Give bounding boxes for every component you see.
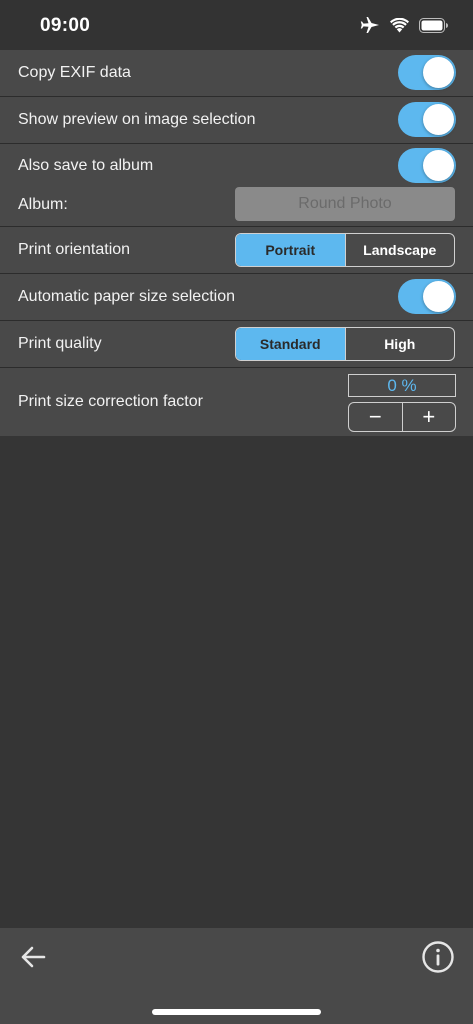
print-orientation-segmented: Portrait Landscape [235,233,455,267]
row-size-correction: Print size correction factor 0 % − + [0,368,473,436]
row-print-orientation: Print orientation Portrait Landscape [0,227,473,274]
segment-landscape[interactable]: Landscape [344,234,455,266]
info-icon[interactable] [421,940,455,974]
increment-button[interactable]: + [401,403,456,431]
status-time: 09:00 [40,15,91,36]
toggle-knob [423,104,454,135]
segment-portrait[interactable]: Portrait [236,234,345,266]
print-orientation-label: Print orientation [18,241,131,258]
show-preview-label: Show preview on image selection [18,111,256,128]
arrow-left-icon[interactable] [18,942,48,972]
decrement-button[interactable]: − [349,403,402,431]
status-bar: 09:00 [0,0,473,50]
row-print-quality: Print quality Standard High [0,321,473,368]
size-correction-stepper: − + [348,402,456,432]
segment-high[interactable]: High [344,328,455,360]
airplane-icon [360,17,379,33]
segment-standard[interactable]: Standard [236,328,345,360]
toggle-knob [423,57,454,88]
row-save-to-album: Also save to album Album: Round Photo [0,144,473,227]
show-preview-toggle[interactable] [398,102,456,137]
auto-paper-toggle[interactable] [398,279,456,314]
settings-list: Copy EXIF data Show preview on image sel… [0,50,473,436]
copy-exif-toggle[interactable] [398,55,456,90]
status-icons [360,16,449,34]
row-show-preview: Show preview on image selection [0,97,473,144]
battery-icon [419,17,448,33]
wifi-icon [390,17,409,32]
size-correction-value: 0 % [348,374,456,397]
toggle-knob [423,150,454,181]
save-to-album-toggle[interactable] [398,148,456,183]
copy-exif-label: Copy EXIF data [18,64,131,81]
home-indicator [152,1009,321,1015]
album-label: Album: [18,196,68,213]
print-quality-label: Print quality [18,335,102,352]
toggle-knob [423,281,454,312]
auto-paper-label: Automatic paper size selection [18,288,235,305]
print-quality-segmented: Standard High [235,327,455,361]
row-copy-exif: Copy EXIF data [0,50,473,97]
row-auto-paper: Automatic paper size selection [0,274,473,321]
size-correction-label: Print size correction factor [18,393,203,410]
save-to-album-label: Also save to album [18,157,154,174]
album-field[interactable]: Round Photo [235,187,455,221]
bottom-toolbar [0,928,473,1024]
